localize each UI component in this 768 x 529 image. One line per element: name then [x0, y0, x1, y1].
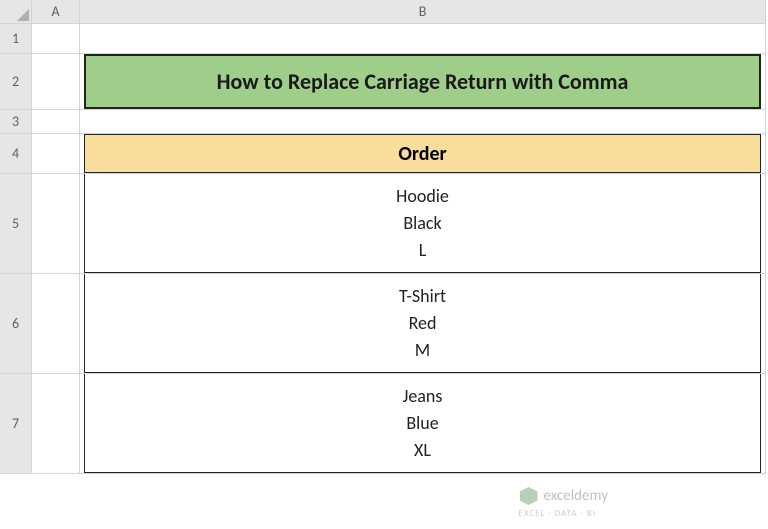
cell-b2[interactable]: How to Replace Carriage Return with Comm… — [80, 54, 766, 110]
cell-a2[interactable] — [32, 54, 80, 110]
row-header-5[interactable]: 5 — [0, 174, 32, 274]
order-size: M — [415, 337, 430, 364]
row-header-7[interactable]: 7 — [0, 374, 32, 474]
cell-a6[interactable] — [32, 274, 80, 374]
order-size: L — [419, 237, 427, 264]
watermark: exceldemy — [520, 487, 608, 505]
select-all-corner[interactable] — [0, 0, 32, 24]
cell-b1[interactable] — [80, 24, 766, 54]
watermark-icon — [520, 487, 538, 505]
row-header-2[interactable]: 2 — [0, 54, 32, 110]
cell-a3[interactable] — [32, 110, 80, 134]
cell-a1[interactable] — [32, 24, 80, 54]
cell-a5[interactable] — [32, 174, 80, 274]
table-row: T-Shirt Red M — [84, 274, 761, 373]
order-size: XL — [414, 437, 431, 464]
cell-b3[interactable] — [80, 110, 766, 134]
order-item: Hoodie — [396, 183, 449, 210]
page-title: How to Replace Carriage Return with Comm… — [84, 54, 761, 109]
watermark-sub: EXCEL · DATA · BI — [519, 508, 596, 519]
spreadsheet-grid: A B 1 2 How to Replace Carriage Return w… — [0, 0, 768, 474]
cell-b4[interactable]: Order — [80, 134, 766, 174]
row-header-3[interactable]: 3 — [0, 110, 32, 134]
row-header-4[interactable]: 4 — [0, 134, 32, 174]
cell-a4[interactable] — [32, 134, 80, 174]
order-color: Black — [403, 210, 441, 237]
table-row: Jeans Blue XL — [84, 374, 761, 473]
order-item: T-Shirt — [399, 283, 446, 310]
col-header-b[interactable]: B — [80, 0, 766, 24]
table-header: Order — [84, 134, 761, 173]
col-header-a[interactable]: A — [32, 0, 80, 24]
row-header-1[interactable]: 1 — [0, 24, 32, 54]
cell-a7[interactable] — [32, 374, 80, 474]
row-header-6[interactable]: 6 — [0, 274, 32, 374]
watermark-text: exceldemy — [544, 487, 608, 505]
table-row: Hoodie Black L — [84, 174, 761, 273]
cell-b5[interactable]: Hoodie Black L — [80, 174, 766, 274]
cell-b7[interactable]: Jeans Blue XL — [80, 374, 766, 474]
order-item: Jeans — [403, 383, 443, 410]
order-color: Red — [409, 310, 437, 337]
order-color: Blue — [406, 410, 438, 437]
cell-b6[interactable]: T-Shirt Red M — [80, 274, 766, 374]
